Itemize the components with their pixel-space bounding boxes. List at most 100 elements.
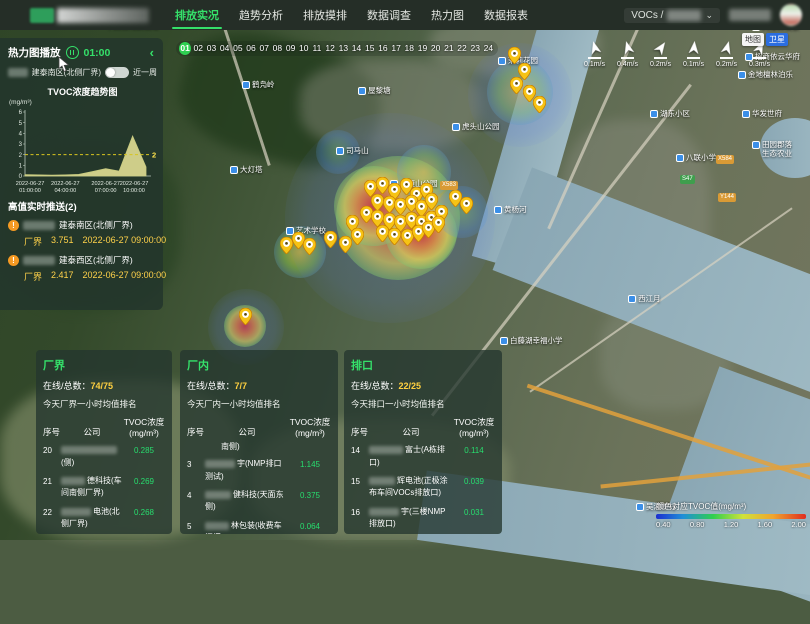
push-station-name: 建泰西区(北侧厂界) bbox=[59, 254, 133, 266]
table-row[interactable]: 15辉电池(正极涂布车间VOCs排放口)0.039 bbox=[351, 475, 495, 500]
timeline-hour[interactable]: 12 bbox=[324, 42, 336, 55]
timeline-hour[interactable]: 02 bbox=[192, 42, 204, 55]
timeline-hour[interactable]: 18 bbox=[403, 42, 415, 55]
map-label-text: 鹤凫岭 bbox=[252, 80, 275, 89]
push-time: 2022-06-27 09:00:00 bbox=[83, 235, 167, 248]
row-rank: 20 bbox=[43, 444, 61, 455]
timeline-hour[interactable]: 14 bbox=[350, 42, 362, 55]
map-label: 鹤凫岭 bbox=[242, 80, 275, 89]
push-type: 厂界 bbox=[24, 270, 42, 283]
map-label: 虎头山公园 bbox=[452, 122, 500, 131]
timeline-hour[interactable]: 15 bbox=[364, 42, 376, 55]
vocs-selector[interactable]: VOCs / ⌄ bbox=[624, 8, 720, 23]
week-toggle[interactable] bbox=[105, 67, 129, 78]
nav-tab[interactable]: 数据报表 bbox=[484, 0, 528, 30]
nav-tab[interactable]: 排放实况 bbox=[175, 0, 219, 30]
station-pin[interactable] bbox=[432, 216, 445, 233]
row-company: 电池(北侧厂界) bbox=[61, 506, 123, 531]
timeline-hour[interactable]: 07 bbox=[258, 42, 270, 55]
row-company: 健科技(天面东侧) bbox=[205, 489, 289, 514]
timeline-hours: 0102030405060708091011121314151617181920… bbox=[176, 41, 498, 56]
chevron-down-icon: ⌄ bbox=[705, 12, 713, 18]
playback-header: 热力图播放 01:00 ‹ bbox=[8, 45, 157, 60]
timeline-hour[interactable]: 09 bbox=[285, 42, 297, 55]
timeline-hour[interactable]: 20 bbox=[430, 42, 442, 55]
timeline-hour[interactable]: 10 bbox=[298, 42, 310, 55]
timeline-hour[interactable]: 06 bbox=[245, 42, 257, 55]
station-toggle-row: 建泰南区(北侧厂界) 近一周 bbox=[8, 67, 157, 78]
station-pin[interactable] bbox=[510, 77, 523, 94]
legend-tick: 0.40 bbox=[656, 520, 671, 529]
poi-icon bbox=[230, 166, 238, 174]
panel-subtitle: 今天厂内一小时均值排名 bbox=[187, 398, 331, 410]
timeline-hour[interactable]: 23 bbox=[469, 42, 481, 55]
push-entry[interactable]: !建泰南区(北侧厂界)厂界3.7512022-06-27 09:00:00 bbox=[8, 219, 157, 248]
push-entry[interactable]: !建泰西区(北侧厂界)厂界2.4172022-06-27 09:00:00 bbox=[8, 254, 157, 283]
legend-tick: 0.80 bbox=[690, 520, 705, 529]
table-row[interactable]: 5林包装(收费车间门口)0.064 bbox=[187, 520, 331, 534]
nav-tab[interactable]: 数据调查 bbox=[367, 0, 411, 30]
online-count: 在线/总数：22/25 bbox=[351, 379, 495, 392]
svg-text:07:00:00: 07:00:00 bbox=[95, 188, 117, 194]
timeline-hour[interactable]: 19 bbox=[416, 42, 428, 55]
table-row[interactable]: 22电池(北侧厂界)0.268 bbox=[43, 506, 165, 531]
row-value: 0.375 bbox=[289, 489, 331, 500]
timeline-hour[interactable]: 01 bbox=[179, 42, 191, 55]
station-pin[interactable] bbox=[351, 228, 364, 245]
station-pin[interactable] bbox=[460, 197, 473, 214]
nav-tab[interactable]: 热力图 bbox=[431, 0, 464, 30]
station-pin[interactable] bbox=[533, 96, 546, 113]
map-terrain-patch bbox=[300, 60, 480, 150]
timeline-hour[interactable]: 13 bbox=[337, 42, 349, 55]
table-row[interactable]: 21德科技(车间南侧厂界)0.269 bbox=[43, 475, 165, 500]
table-row[interactable]: 20(侧)0.285 bbox=[43, 444, 165, 469]
station-pin[interactable] bbox=[239, 308, 252, 325]
timeline-hour[interactable]: 22 bbox=[456, 42, 468, 55]
high-value-push-section: 高值实时推送(2) !建泰南区(北侧厂界)厂界3.7512022-06-27 0… bbox=[8, 199, 157, 283]
row-value: 0.039 bbox=[453, 475, 495, 486]
map-label-text: 金地檀林泊乐 bbox=[748, 70, 793, 79]
avatar[interactable] bbox=[780, 4, 802, 26]
station-pin[interactable] bbox=[388, 228, 401, 245]
timeline-hour[interactable]: 17 bbox=[390, 42, 402, 55]
svg-text:0: 0 bbox=[19, 174, 23, 180]
legend-tick: 1.20 bbox=[724, 520, 739, 529]
poi-icon bbox=[242, 81, 250, 89]
nav-tab[interactable]: 排放摸排 bbox=[303, 0, 347, 30]
table-row[interactable]: 3宇(NMP排口测试)1.145 bbox=[187, 458, 331, 483]
wind-speed-label: 0.2m/s bbox=[716, 61, 737, 68]
table-header: 序号公司TVOC浓度(mg/m³) bbox=[187, 417, 331, 438]
station-pin[interactable] bbox=[339, 236, 352, 253]
table-row[interactable]: 16宇(三楼NMP排放口)0.031 bbox=[351, 506, 495, 531]
station-pin[interactable] bbox=[303, 238, 316, 255]
svg-text:6: 6 bbox=[19, 110, 23, 116]
timeline-hour[interactable]: 04 bbox=[219, 42, 231, 55]
map-label-text: 黄杨河 bbox=[504, 205, 527, 214]
table-row[interactable]: 4健科技(天面东侧)0.375 bbox=[187, 489, 331, 514]
pause-button[interactable] bbox=[66, 46, 79, 59]
timeline-hour[interactable]: 16 bbox=[377, 42, 389, 55]
collapse-panel-icon[interactable]: ‹ bbox=[150, 48, 154, 58]
map-label-text: 司马山 bbox=[346, 146, 369, 155]
map-type-switcher: 地图卫星 bbox=[742, 33, 788, 46]
nav-tab[interactable]: 趋势分析 bbox=[239, 0, 283, 30]
svg-text:2: 2 bbox=[152, 150, 156, 159]
row-value: 1.145 bbox=[289, 458, 331, 469]
timeline-hour[interactable]: 08 bbox=[271, 42, 283, 55]
timeline-hour[interactable]: 11 bbox=[311, 42, 323, 55]
wind-indicator: 0.1m/s bbox=[683, 40, 704, 68]
station-pin[interactable] bbox=[508, 47, 521, 64]
table-row[interactable]: 14富士(A栋排口)0.114 bbox=[351, 444, 495, 469]
company-redacted bbox=[369, 508, 399, 516]
map-button-standard[interactable]: 地图 bbox=[742, 33, 764, 46]
timeline-hour[interactable]: 05 bbox=[232, 42, 244, 55]
map-button-satellite[interactable]: 卫星 bbox=[766, 33, 788, 46]
wind-indicator: 0.2m/s bbox=[650, 40, 671, 68]
map-label: 华发世府 bbox=[742, 109, 782, 118]
timeline-hour[interactable]: 21 bbox=[443, 42, 455, 55]
timeline-hour[interactable]: 03 bbox=[205, 42, 217, 55]
poi-icon bbox=[636, 503, 644, 511]
timeline-hour[interactable]: 24 bbox=[482, 42, 494, 55]
station-pin[interactable] bbox=[324, 231, 337, 248]
company-redacted bbox=[61, 508, 91, 516]
